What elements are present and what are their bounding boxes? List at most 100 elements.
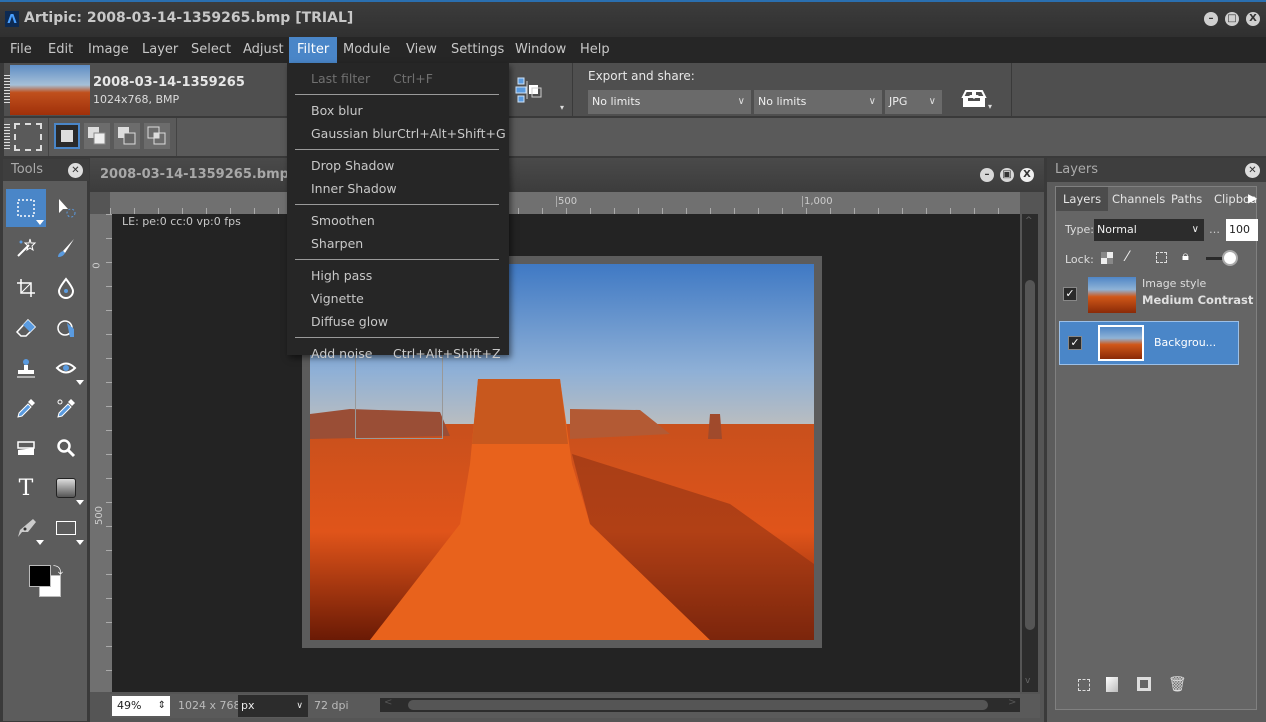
filter-menu-item-add-noise[interactable]: Add noise Ctrl+Alt+Shift+Z: [287, 342, 509, 365]
selection-mode-intersect[interactable]: [144, 123, 170, 149]
horizontal-scrollbar[interactable]: < >: [380, 697, 1020, 712]
blend-type-label: Type:: [1065, 223, 1094, 236]
tabs-scroll-right-icon[interactable]: ▶: [1248, 191, 1257, 205]
zoom-stepper-icon[interactable]: ⇕: [158, 696, 166, 716]
export-save-button[interactable]: ▾: [960, 87, 996, 111]
layer-mask-icon[interactable]: [1137, 677, 1151, 691]
tool-pen[interactable]: [6, 509, 46, 547]
toolbar-grip[interactable]: [4, 124, 10, 150]
filter-menu-item-gaussian-blur[interactable]: Gaussian blur Ctrl+Alt+Shift+G: [287, 122, 509, 145]
format-dropdown[interactable]: JPG ∨: [885, 90, 942, 114]
selection-rectangle[interactable]: [355, 354, 443, 439]
close-layers-panel-button[interactable]: ✕: [1245, 163, 1260, 178]
menu-window[interactable]: Window: [509, 37, 572, 63]
scroll-down-icon[interactable]: v: [1025, 676, 1030, 686]
menu-filter[interactable]: Filter: [289, 37, 338, 63]
tool-blur-drop[interactable]: [46, 269, 86, 307]
filter-menu-item-high-pass[interactable]: High pass: [287, 264, 509, 287]
menu-edit[interactable]: Edit: [42, 37, 79, 63]
tool-crop[interactable]: [6, 269, 46, 307]
zoom-input[interactable]: 49% ⇕: [112, 696, 170, 716]
size-limit-dropdown-2[interactable]: No limits ∨: [754, 90, 882, 114]
tool-clone-stamp[interactable]: [6, 349, 46, 387]
vertical-scroll-thumb[interactable]: [1025, 280, 1035, 630]
tool-brush[interactable]: [46, 229, 86, 267]
filter-menu-item-sharpen[interactable]: Sharpen: [287, 232, 509, 255]
tool-eyedropper[interactable]: [6, 389, 46, 427]
size-limit-dropdown-1[interactable]: No limits ∨: [588, 90, 751, 114]
eraser-icon: [15, 318, 37, 337]
tool-red-eye[interactable]: [46, 349, 86, 387]
tool-color-replace[interactable]: [46, 389, 86, 427]
selection-mode-new[interactable]: [54, 123, 80, 149]
vertical-scrollbar[interactable]: ^ v: [1022, 214, 1038, 692]
filter-menu-item-vignette[interactable]: Vignette: [287, 287, 509, 310]
filter-menu-item-inner-shadow[interactable]: Inner Shadow: [287, 177, 509, 200]
layer-style-name: Medium Contrast: [1142, 293, 1254, 307]
lock-paint-icon[interactable]: ⁄: [1126, 249, 1128, 265]
filter-menu-item-box-blur[interactable]: Box blur: [287, 99, 509, 122]
tool-text[interactable]: T: [6, 469, 46, 507]
document-thumbnail[interactable]: [10, 65, 90, 115]
doc-minimize-button[interactable]: –: [980, 168, 994, 182]
size-limit-1-value: No limits: [592, 95, 641, 108]
close-tools-panel-button[interactable]: ✕: [68, 163, 83, 178]
lock-toggle-knob[interactable]: [1222, 250, 1238, 266]
selection-mode-add[interactable]: [84, 123, 110, 149]
tool-move[interactable]: [46, 189, 86, 227]
selection-marquee-icon[interactable]: [14, 123, 42, 151]
menu-file[interactable]: File: [4, 37, 38, 63]
menu-layer[interactable]: Layer: [136, 37, 184, 63]
foreground-color-swatch[interactable]: [29, 565, 51, 587]
scroll-left-icon[interactable]: <: [384, 697, 392, 708]
layer-visibility-checkbox[interactable]: ✓: [1063, 287, 1077, 301]
minimize-button[interactable]: –: [1204, 12, 1218, 26]
new-layer-icon[interactable]: [1106, 677, 1118, 692]
menu-view[interactable]: View: [400, 37, 443, 63]
scroll-right-icon[interactable]: >: [1008, 697, 1016, 708]
tool-gradient[interactable]: [46, 469, 86, 507]
tool-perspective[interactable]: [6, 429, 46, 467]
tool-zoom[interactable]: [46, 429, 86, 467]
menu-help[interactable]: Help: [574, 37, 616, 63]
layer-visibility-checkbox[interactable]: ✓: [1068, 336, 1082, 350]
layer-row-image-style[interactable]: ✓ Image style Medium Contrast: [1060, 275, 1254, 319]
lock-all-icon[interactable]: 🔒︎: [1182, 249, 1189, 264]
doc-restore-button[interactable]: ▣: [1000, 168, 1014, 182]
opacity-input[interactable]: 100: [1226, 219, 1258, 241]
canvas-area[interactable]: LE: pe:0 cc:0 vp:0 fps: [112, 214, 1020, 692]
tool-eraser[interactable]: [6, 309, 46, 347]
maximize-button[interactable]: □: [1225, 12, 1239, 26]
tool-fill-bucket[interactable]: [46, 309, 86, 347]
tab-channels[interactable]: Channels: [1105, 187, 1172, 211]
menu-select[interactable]: Select: [185, 37, 237, 63]
tool-magic-wand[interactable]: [6, 229, 46, 267]
horizontal-scroll-thumb[interactable]: [408, 700, 988, 710]
close-button[interactable]: X: [1246, 12, 1260, 26]
scroll-up-icon[interactable]: ^: [1025, 216, 1033, 226]
layout-icon[interactable]: [514, 75, 544, 105]
menu-settings[interactable]: Settings: [445, 37, 510, 63]
selection-mode-subtract[interactable]: [114, 123, 140, 149]
unit-dropdown[interactable]: px ∨: [238, 695, 308, 717]
delete-layer-icon[interactable]: 🗑︎: [1168, 675, 1187, 693]
swap-colors-icon[interactable]: ⤵: [53, 562, 63, 577]
lock-transparency-icon[interactable]: [1101, 252, 1113, 264]
filter-menu-item-drop-shadow[interactable]: Drop Shadow: [287, 154, 509, 177]
layout-dropdown-icon[interactable]: ▾: [560, 103, 564, 112]
blend-mode-dropdown[interactable]: Normal ∨: [1094, 219, 1204, 241]
new-selection-layer-icon[interactable]: [1078, 679, 1090, 691]
menu-module[interactable]: Module: [337, 37, 396, 63]
menu-adjust[interactable]: Adjust: [237, 37, 290, 63]
tool-shape[interactable]: [46, 509, 86, 547]
tool-rect-select[interactable]: [6, 189, 46, 227]
tab-layers[interactable]: Layers: [1056, 187, 1109, 211]
doc-close-button[interactable]: X: [1020, 168, 1034, 182]
filter-menu-item-diffuse-glow[interactable]: Diffuse glow: [287, 310, 509, 333]
opacity-more-button[interactable]: …: [1209, 223, 1220, 236]
filter-menu-item-smoothen[interactable]: Smoothen: [287, 209, 509, 232]
tab-paths[interactable]: Paths: [1164, 187, 1209, 211]
lock-position-icon[interactable]: [1156, 252, 1167, 263]
layer-row-background[interactable]: ✓ Backgrou...: [1059, 321, 1239, 365]
menu-image[interactable]: Image: [82, 37, 135, 63]
